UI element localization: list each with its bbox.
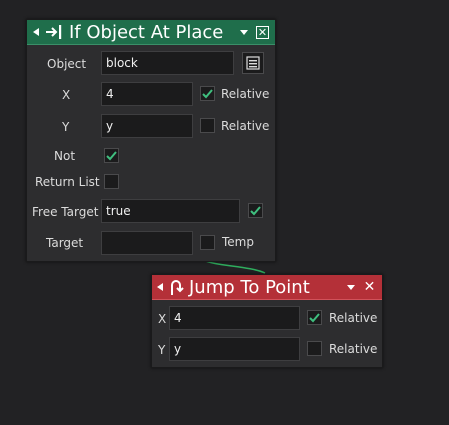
x-field[interactable]: 4 [169, 306, 300, 330]
x-field[interactable]: 4 [101, 82, 193, 106]
return-list-checkbox[interactable] [104, 174, 119, 189]
y-field[interactable]: y [169, 337, 300, 361]
close-icon[interactable]: ✕ [256, 25, 269, 39]
node-header[interactable]: Jump To Point ✕ [152, 275, 382, 300]
check-icon [202, 88, 213, 98]
collapse-icon[interactable] [33, 28, 39, 36]
temp-checkbox[interactable] [200, 235, 215, 250]
free-target-label: Free Target [32, 205, 99, 219]
node-header[interactable]: If Object At Place ✕ [27, 20, 275, 45]
x-relative-label: Relative [329, 311, 378, 325]
object-label: Object [47, 57, 87, 71]
check-icon [309, 312, 320, 322]
node-title: If Object At Place [69, 21, 224, 43]
x-relative-checkbox[interactable] [307, 310, 322, 325]
not-checkbox[interactable] [104, 148, 119, 163]
x-relative-checkbox[interactable] [200, 86, 215, 101]
close-icon[interactable]: ✕ [363, 280, 376, 294]
x-relative-label: Relative [221, 87, 270, 101]
y-relative-label: Relative [221, 119, 270, 133]
menu-arrow-icon[interactable] [347, 284, 355, 290]
y-relative-label: Relative [329, 342, 378, 356]
free-target-field[interactable]: true [101, 199, 240, 223]
y-relative-checkbox[interactable] [200, 118, 215, 133]
temp-label: Temp [222, 235, 254, 249]
object-field[interactable]: block [101, 51, 234, 75]
free-target-checkbox[interactable] [248, 203, 263, 218]
jump-arrow-icon [168, 278, 184, 296]
object-picker-button[interactable] [242, 52, 264, 74]
jump-to-point-node[interactable]: Jump To Point ✕ X 4 Relative Y y Relativ… [151, 274, 383, 368]
target-field[interactable] [101, 231, 193, 255]
y-label: Y [62, 120, 70, 134]
target-label: Target [46, 236, 84, 250]
menu-arrow-icon[interactable] [240, 29, 248, 35]
y-relative-checkbox[interactable] [307, 341, 322, 356]
not-label: Not [54, 149, 76, 163]
y-field[interactable]: y [101, 114, 193, 138]
x-label: X [62, 88, 71, 102]
check-icon [250, 205, 261, 215]
x-label: X [158, 312, 167, 326]
y-label: Y [158, 343, 166, 357]
arrow-to-bar-icon [45, 24, 63, 40]
if-object-at-place-node[interactable]: If Object At Place ✕ Object block X 4 Re… [26, 19, 276, 262]
list-icon [246, 56, 260, 70]
collapse-icon[interactable] [157, 283, 163, 291]
check-icon [106, 150, 117, 160]
return-list-label: Return List [35, 175, 100, 189]
node-title: Jump To Point [189, 276, 310, 298]
